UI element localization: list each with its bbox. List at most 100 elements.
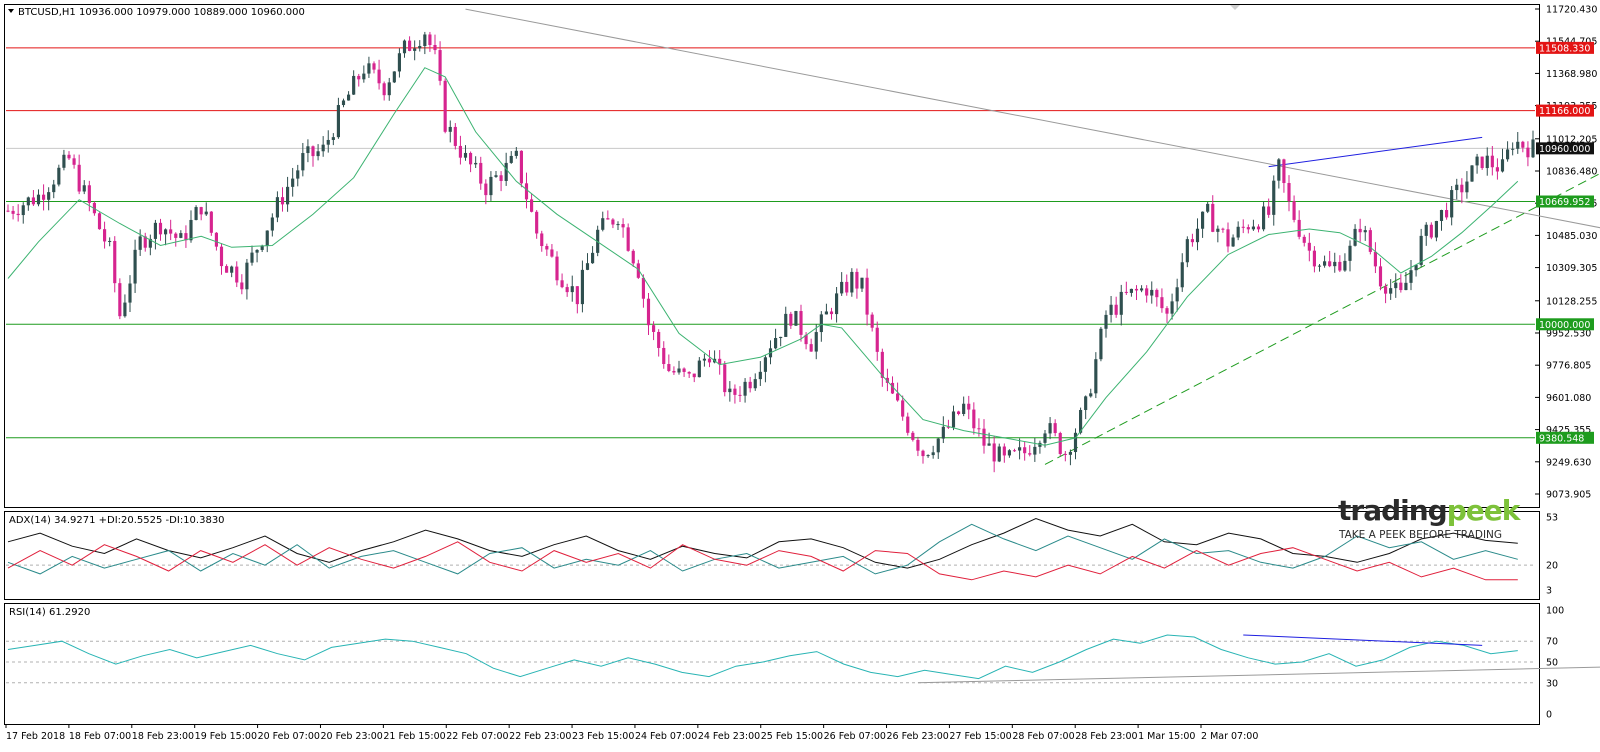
bear-candle xyxy=(789,314,792,326)
bear-candle xyxy=(738,395,741,396)
bear-candle xyxy=(1145,288,1148,295)
bull-candle xyxy=(1420,236,1423,265)
bear-candle xyxy=(749,382,752,388)
bear-candle xyxy=(545,246,548,249)
trading-chart[interactable]: 11720.43011544.70511368.98011193.2551101… xyxy=(0,0,1600,748)
bull-candle xyxy=(83,185,86,191)
bull-candle xyxy=(1440,210,1443,221)
bear-candle xyxy=(911,433,914,440)
bear-candle xyxy=(611,219,614,224)
bull-candle xyxy=(494,175,497,177)
bull-candle xyxy=(1033,447,1036,455)
bull-candle xyxy=(1262,206,1265,229)
time-tick-label: 23 Feb 15:00 xyxy=(572,731,634,742)
bear-candle xyxy=(672,371,675,372)
time-axis: 17 Feb 201818 Feb 07:0018 Feb 23:0019 Fe… xyxy=(6,724,1258,742)
support-level-label: 9380.548 xyxy=(1539,433,1584,444)
bear-candle xyxy=(1399,283,1402,290)
bear-candle xyxy=(977,428,980,429)
chart-canvas[interactable]: 11720.43011544.70511368.98011193.2551101… xyxy=(0,0,1600,748)
time-tick-label: 20 Feb 23:00 xyxy=(320,731,382,742)
bull-candle xyxy=(189,220,192,240)
price-tick-label: 9073.905 xyxy=(1546,490,1591,501)
time-tick-label: 26 Feb 07:00 xyxy=(824,731,886,742)
bear-candle xyxy=(540,233,543,246)
bull-candle xyxy=(1237,227,1240,238)
price-pane[interactable]: 11720.43011544.70511368.98011193.2551101… xyxy=(5,5,1600,508)
bear-candle xyxy=(982,429,985,446)
bear-candle xyxy=(845,282,848,293)
bear-candle xyxy=(1028,453,1031,454)
bear-candle xyxy=(576,286,579,304)
bull-candle xyxy=(1348,246,1351,261)
bear-candle xyxy=(444,81,447,132)
bull-candle xyxy=(367,63,370,73)
bull-candle xyxy=(1008,450,1011,455)
bear-candle xyxy=(1287,183,1290,201)
bull-candle xyxy=(1333,262,1336,266)
bear-candle xyxy=(810,344,813,351)
bull-candle xyxy=(22,205,25,215)
bear-candle xyxy=(73,158,76,164)
bear-candle xyxy=(555,257,558,281)
bull-candle xyxy=(1206,204,1209,212)
bull-candle xyxy=(952,411,955,427)
bull-candle xyxy=(927,455,930,456)
price-tick-label: 9776.805 xyxy=(1546,361,1591,372)
bull-candle xyxy=(179,233,182,238)
bull-candle xyxy=(301,153,304,170)
bear-candle xyxy=(1221,229,1224,230)
bull-candle xyxy=(728,389,731,392)
adx-pane[interactable]: 53203 ADX(14) 34.9271 +DI:20.5525 -DI:10… xyxy=(5,512,1559,600)
bull-candle xyxy=(1506,149,1509,159)
bull-candle xyxy=(505,163,508,181)
bear-candle xyxy=(469,153,472,164)
bull-candle xyxy=(403,41,406,54)
time-tick-label: 20 Feb 07:00 xyxy=(258,731,320,742)
bear-candle xyxy=(1247,227,1250,229)
bull-candle xyxy=(1531,139,1534,157)
bull-candle xyxy=(474,163,477,164)
bear-candle xyxy=(1379,266,1382,286)
adx-pane-frame xyxy=(5,512,1540,600)
bull-candle xyxy=(510,156,513,163)
bear-candle xyxy=(159,223,162,234)
bull-candle xyxy=(616,224,619,225)
bull-candle xyxy=(347,95,350,101)
bull-candle xyxy=(1252,227,1255,230)
bull-candle xyxy=(291,179,294,187)
bull-candle xyxy=(591,253,594,263)
time-tick-label: 18 Feb 07:00 xyxy=(69,731,131,742)
bull-candle xyxy=(57,168,60,185)
bull-candle xyxy=(388,82,391,95)
bull-candle xyxy=(352,76,355,95)
bull-candle xyxy=(1354,229,1357,246)
bull-candle xyxy=(794,311,797,326)
bull-candle xyxy=(362,74,365,80)
bull-candle xyxy=(1181,262,1184,287)
rsi-pane[interactable]: 1007050300 RSI(14) 61.2920 xyxy=(5,604,1600,725)
bull-candle xyxy=(840,282,843,293)
bear-candle xyxy=(169,229,172,233)
bear-candle xyxy=(1059,433,1062,454)
rsi-label: RSI(14) 61.2920 xyxy=(9,607,90,618)
bull-candle xyxy=(164,229,167,234)
bear-candle xyxy=(200,207,203,214)
bear-candle xyxy=(921,451,924,456)
bear-candle xyxy=(17,214,20,215)
bull-candle xyxy=(764,357,767,372)
bear-candle xyxy=(566,287,569,292)
bull-candle xyxy=(306,146,309,153)
bull-candle xyxy=(860,278,863,289)
rsi-tick-label: 100 xyxy=(1546,606,1564,617)
bear-candle xyxy=(67,155,70,159)
bull-candle xyxy=(937,439,940,453)
bull-candle xyxy=(276,197,279,217)
bull-candle xyxy=(1216,229,1219,232)
bear-candle xyxy=(688,372,691,374)
time-tick-label: 28 Feb 23:00 xyxy=(1075,731,1137,742)
bull-candle xyxy=(52,185,55,193)
bear-candle xyxy=(215,233,218,247)
bull-candle xyxy=(1120,292,1123,315)
bear-candle xyxy=(1481,157,1484,168)
